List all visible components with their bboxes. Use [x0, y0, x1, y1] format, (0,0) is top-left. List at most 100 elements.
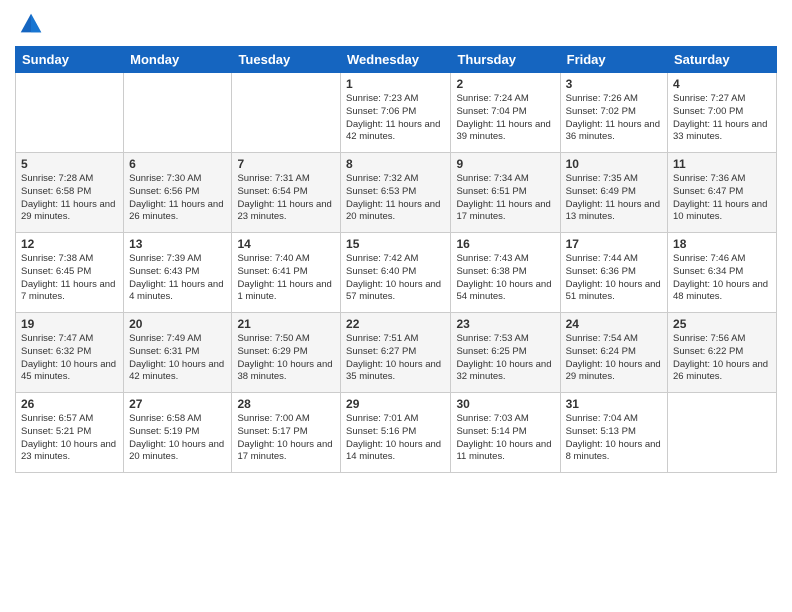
day-info: Sunrise: 7:36 AM Sunset: 6:47 PM Dayligh… — [673, 173, 771, 224]
day-number: 24 — [566, 317, 662, 331]
weekday-header-row: SundayMondayTuesdayWednesdayThursdayFrid… — [16, 47, 777, 73]
day-number: 10 — [566, 157, 662, 171]
day-info: Sunrise: 7:46 AM Sunset: 6:34 PM Dayligh… — [673, 253, 771, 304]
calendar-cell: 13 Sunrise: 7:39 AM Sunset: 6:43 PM Dayli… — [124, 233, 232, 313]
day-number: 27 — [129, 397, 226, 411]
day-number: 6 — [129, 157, 226, 171]
day-number: 19 — [21, 317, 118, 331]
weekday-header-wednesday: Wednesday — [341, 47, 451, 73]
calendar-cell: 11 Sunrise: 7:36 AM Sunset: 6:47 PM Dayli… — [668, 153, 777, 233]
day-info: Sunrise: 7:56 AM Sunset: 6:22 PM Dayligh… — [673, 333, 771, 384]
day-number: 28 — [237, 397, 335, 411]
calendar-cell: 20 Sunrise: 7:49 AM Sunset: 6:31 PM Dayli… — [124, 313, 232, 393]
calendar-cell: 8Sunrise: 7:32 AM Sunset: 6:53 PM Daylig… — [341, 153, 451, 233]
logo — [15, 10, 45, 38]
day-number: 30 — [456, 397, 554, 411]
calendar-cell: 5 Sunrise: 7:28 AM Sunset: 6:58 PM Daylig… — [16, 153, 124, 233]
calendar-cell: 19 Sunrise: 7:47 AM Sunset: 6:32 PM Dayli… — [16, 313, 124, 393]
calendar-cell: 24 Sunrise: 7:54 AM Sunset: 6:24 PM Dayli… — [560, 313, 667, 393]
day-info: Sunrise: 7:50 AM Sunset: 6:29 PM Dayligh… — [237, 333, 335, 384]
day-number: 17 — [566, 237, 662, 251]
calendar-cell — [124, 73, 232, 153]
day-info: Sunrise: 7:42 AM Sunset: 6:40 PM Dayligh… — [346, 253, 445, 304]
day-info: Sunrise: 6:58 AM Sunset: 5:19 PM Dayligh… — [129, 413, 226, 464]
calendar-cell: 16 Sunrise: 7:43 AM Sunset: 6:38 PM Dayli… — [451, 233, 560, 313]
calendar-week-row: 5 Sunrise: 7:28 AM Sunset: 6:58 PM Daylig… — [16, 153, 777, 233]
day-number: 25 — [673, 317, 771, 331]
header — [15, 10, 777, 38]
day-number: 26 — [21, 397, 118, 411]
day-number: 29 — [346, 397, 445, 411]
day-info: Sunrise: 7:03 AM Sunset: 5:14 PM Dayligh… — [456, 413, 554, 464]
calendar-cell: 23Sunrise: 7:53 AM Sunset: 6:25 PM Dayli… — [451, 313, 560, 393]
calendar-cell: 26 Sunrise: 6:57 AM Sunset: 5:21 PM Dayli… — [16, 393, 124, 473]
day-number: 18 — [673, 237, 771, 251]
calendar-cell: 4Sunrise: 7:27 AM Sunset: 7:00 PM Daylig… — [668, 73, 777, 153]
day-info: Sunrise: 7:35 AM Sunset: 6:49 PM Dayligh… — [566, 173, 662, 224]
day-number: 20 — [129, 317, 226, 331]
day-number: 31 — [566, 397, 662, 411]
day-number: 14 — [237, 237, 335, 251]
day-info: Sunrise: 7:30 AM Sunset: 6:56 PM Dayligh… — [129, 173, 226, 224]
day-info: Sunrise: 7:27 AM Sunset: 7:00 PM Dayligh… — [673, 93, 771, 144]
day-number: 16 — [456, 237, 554, 251]
day-info: Sunrise: 7:51 AM Sunset: 6:27 PM Dayligh… — [346, 333, 445, 384]
calendar-cell: 21 Sunrise: 7:50 AM Sunset: 6:29 PM Dayli… — [232, 313, 341, 393]
calendar-cell: 10 Sunrise: 7:35 AM Sunset: 6:49 PM Dayli… — [560, 153, 667, 233]
day-info: Sunrise: 7:39 AM Sunset: 6:43 PM Dayligh… — [129, 253, 226, 304]
day-info: Sunrise: 7:53 AM Sunset: 6:25 PM Dayligh… — [456, 333, 554, 384]
day-number: 12 — [21, 237, 118, 251]
calendar-cell: 6 Sunrise: 7:30 AM Sunset: 6:56 PM Daylig… — [124, 153, 232, 233]
day-info: Sunrise: 7:40 AM Sunset: 6:41 PM Dayligh… — [237, 253, 335, 304]
calendar-cell: 1Sunrise: 7:23 AM Sunset: 7:06 PM Daylig… — [341, 73, 451, 153]
calendar-week-row: 1Sunrise: 7:23 AM Sunset: 7:06 PM Daylig… — [16, 73, 777, 153]
weekday-header-sunday: Sunday — [16, 47, 124, 73]
calendar-cell: 9 Sunrise: 7:34 AM Sunset: 6:51 PM Daylig… — [451, 153, 560, 233]
day-info: Sunrise: 7:44 AM Sunset: 6:36 PM Dayligh… — [566, 253, 662, 304]
day-info: Sunrise: 6:57 AM Sunset: 5:21 PM Dayligh… — [21, 413, 118, 464]
day-number: 9 — [456, 157, 554, 171]
day-number: 2 — [456, 77, 554, 91]
day-number: 15 — [346, 237, 445, 251]
calendar-cell: 25 Sunrise: 7:56 AM Sunset: 6:22 PM Dayli… — [668, 313, 777, 393]
page: SundayMondayTuesdayWednesdayThursdayFrid… — [0, 0, 792, 612]
calendar-cell: 2Sunrise: 7:24 AM Sunset: 7:04 PM Daylig… — [451, 73, 560, 153]
day-info: Sunrise: 7:28 AM Sunset: 6:58 PM Dayligh… — [21, 173, 118, 224]
day-info: Sunrise: 7:23 AM Sunset: 7:06 PM Dayligh… — [346, 93, 445, 144]
weekday-header-thursday: Thursday — [451, 47, 560, 73]
weekday-header-tuesday: Tuesday — [232, 47, 341, 73]
calendar: SundayMondayTuesdayWednesdayThursdayFrid… — [15, 46, 777, 473]
calendar-cell: 15 Sunrise: 7:42 AM Sunset: 6:40 PM Dayli… — [341, 233, 451, 313]
calendar-cell — [16, 73, 124, 153]
calendar-cell: 14 Sunrise: 7:40 AM Sunset: 6:41 PM Dayli… — [232, 233, 341, 313]
day-info: Sunrise: 7:31 AM Sunset: 6:54 PM Dayligh… — [237, 173, 335, 224]
day-number: 3 — [566, 77, 662, 91]
day-info: Sunrise: 7:26 AM Sunset: 7:02 PM Dayligh… — [566, 93, 662, 144]
weekday-header-monday: Monday — [124, 47, 232, 73]
calendar-cell: 22 Sunrise: 7:51 AM Sunset: 6:27 PM Dayli… — [341, 313, 451, 393]
day-number: 5 — [21, 157, 118, 171]
day-number: 22 — [346, 317, 445, 331]
calendar-cell: 3 Sunrise: 7:26 AM Sunset: 7:02 PM Daylig… — [560, 73, 667, 153]
day-info: Sunrise: 7:43 AM Sunset: 6:38 PM Dayligh… — [456, 253, 554, 304]
day-info: Sunrise: 7:49 AM Sunset: 6:31 PM Dayligh… — [129, 333, 226, 384]
day-info: Sunrise: 7:00 AM Sunset: 5:17 PM Dayligh… — [237, 413, 335, 464]
day-info: Sunrise: 7:38 AM Sunset: 6:45 PM Dayligh… — [21, 253, 118, 304]
calendar-week-row: 26 Sunrise: 6:57 AM Sunset: 5:21 PM Dayli… — [16, 393, 777, 473]
weekday-header-saturday: Saturday — [668, 47, 777, 73]
calendar-week-row: 19 Sunrise: 7:47 AM Sunset: 6:32 PM Dayli… — [16, 313, 777, 393]
day-number: 13 — [129, 237, 226, 251]
day-info: Sunrise: 7:04 AM Sunset: 5:13 PM Dayligh… — [566, 413, 662, 464]
calendar-cell: 29Sunrise: 7:01 AM Sunset: 5:16 PM Dayli… — [341, 393, 451, 473]
calendar-cell: 18 Sunrise: 7:46 AM Sunset: 6:34 PM Dayli… — [668, 233, 777, 313]
day-number: 11 — [673, 157, 771, 171]
calendar-cell: 7Sunrise: 7:31 AM Sunset: 6:54 PM Daylig… — [232, 153, 341, 233]
weekday-header-friday: Friday — [560, 47, 667, 73]
day-info: Sunrise: 7:54 AM Sunset: 6:24 PM Dayligh… — [566, 333, 662, 384]
logo-icon — [17, 10, 45, 38]
calendar-cell: 12 Sunrise: 7:38 AM Sunset: 6:45 PM Dayli… — [16, 233, 124, 313]
day-info: Sunrise: 7:47 AM Sunset: 6:32 PM Dayligh… — [21, 333, 118, 384]
day-info: Sunrise: 7:32 AM Sunset: 6:53 PM Dayligh… — [346, 173, 445, 224]
day-number: 21 — [237, 317, 335, 331]
day-info: Sunrise: 7:34 AM Sunset: 6:51 PM Dayligh… — [456, 173, 554, 224]
